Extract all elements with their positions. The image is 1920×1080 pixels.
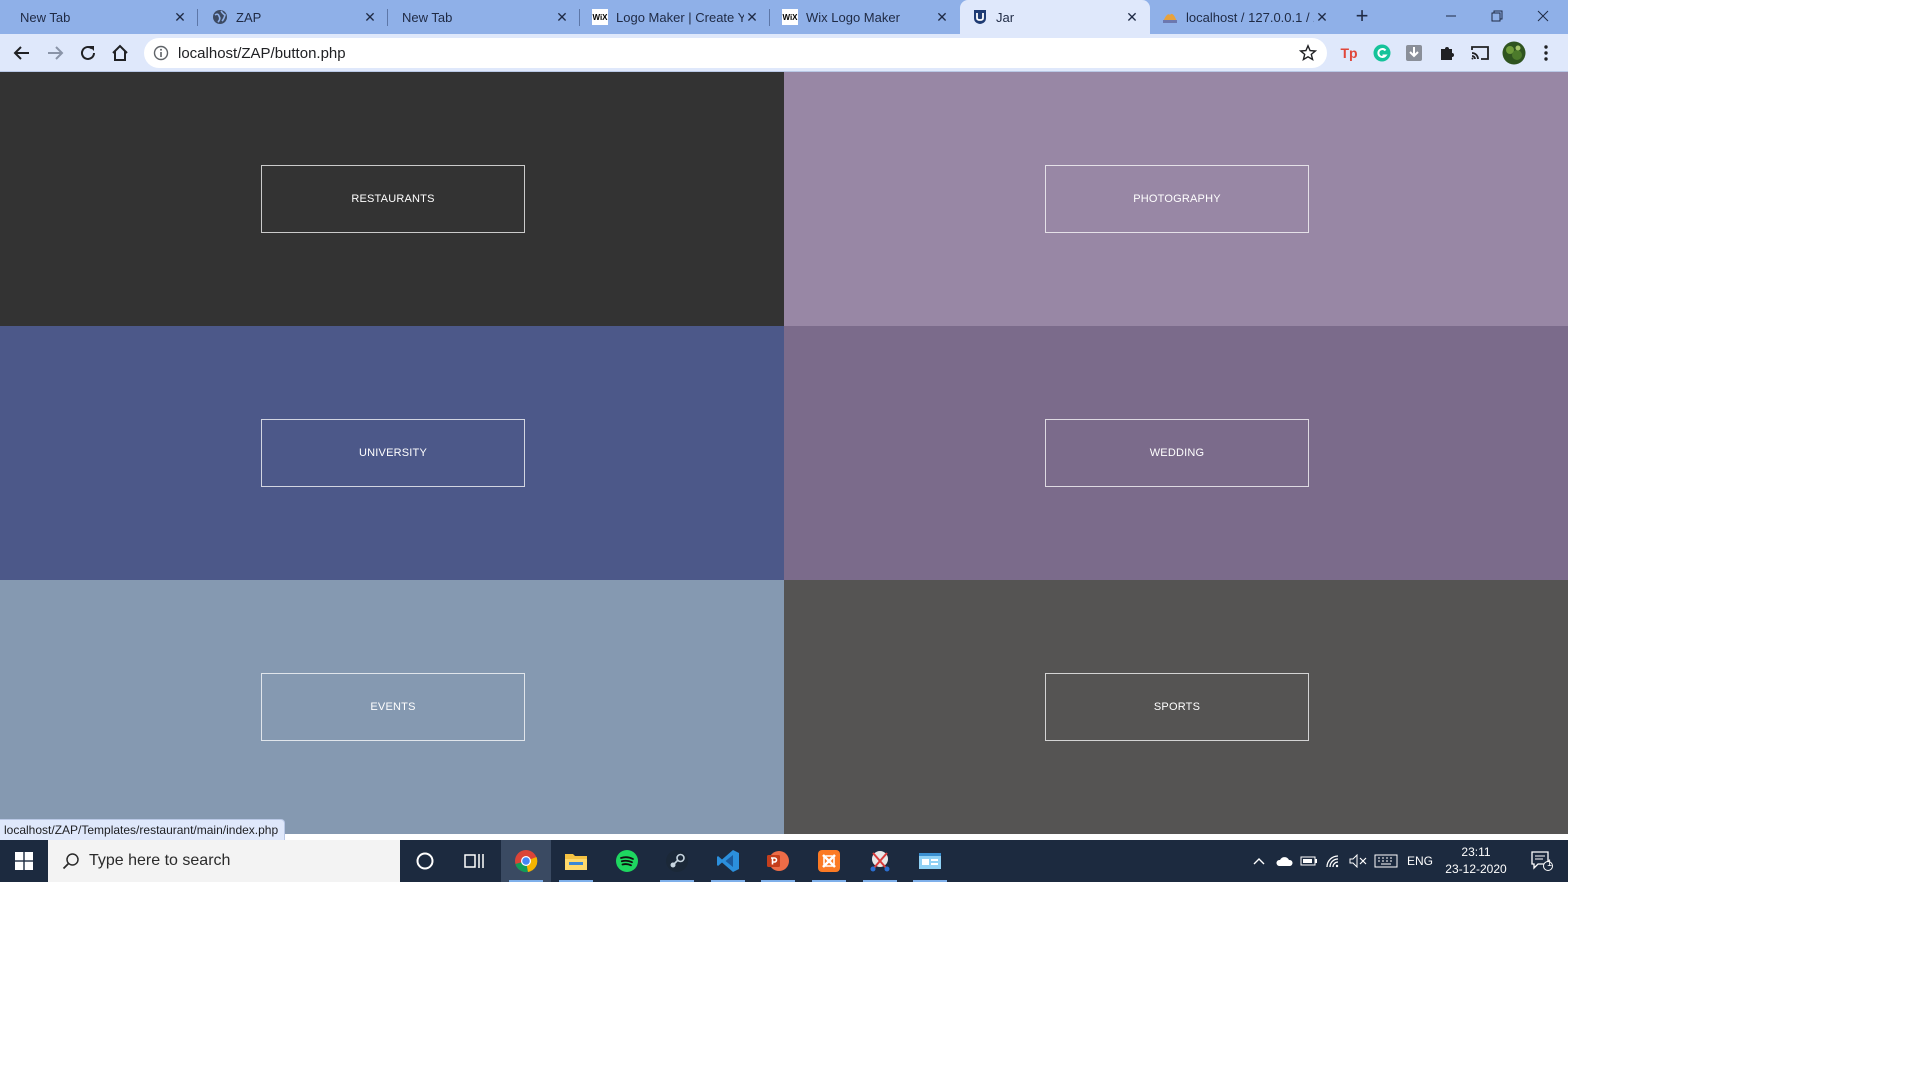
tab-new-tab-2[interactable]: New Tab ✕ bbox=[388, 0, 580, 34]
puzzle-icon[interactable] bbox=[1437, 43, 1457, 63]
onedrive-icon[interactable] bbox=[1272, 840, 1296, 882]
category-tile-wedding: WEDDING bbox=[784, 326, 1568, 580]
cast-icon[interactable] bbox=[1470, 43, 1490, 63]
wix-icon: WiX bbox=[782, 9, 798, 25]
close-icon[interactable]: ✕ bbox=[1124, 9, 1140, 25]
tab-title: Wix Logo Maker bbox=[806, 9, 900, 25]
reload-button[interactable] bbox=[74, 39, 102, 67]
restore-button[interactable] bbox=[1474, 0, 1520, 32]
category-tile-photography: PHOTOGRAPHY bbox=[784, 72, 1568, 326]
grammarly-icon[interactable] bbox=[1372, 43, 1392, 63]
arrow-right-icon bbox=[48, 46, 64, 60]
events-button[interactable]: EVENTS bbox=[261, 673, 525, 741]
tab-strip: New Tab ✕ ZAP ✕ New Tab ✕ WiX Logo Maker… bbox=[0, 0, 1568, 34]
chrome-icon[interactable] bbox=[501, 840, 551, 882]
category-tile-university: UNIVERSITY bbox=[0, 326, 784, 580]
tab-title: Jar bbox=[996, 9, 1015, 25]
category-tile-events: EVENTS bbox=[0, 580, 784, 834]
home-button[interactable] bbox=[106, 39, 134, 67]
bookmark-star-icon[interactable] bbox=[1298, 44, 1318, 62]
cortana-icon[interactable] bbox=[400, 840, 450, 882]
close-icon[interactable]: ✕ bbox=[554, 9, 570, 25]
page-content: RESTAURANTS PHOTOGRAPHY UNIVERSITY WEDDI… bbox=[0, 72, 1568, 835]
tab-phpmyadmin[interactable]: localhost / 127.0.0.1 / z ✕ bbox=[1150, 0, 1340, 34]
start-button[interactable] bbox=[0, 840, 48, 882]
battery-icon[interactable] bbox=[1297, 840, 1321, 882]
url-text[interactable]: localhost/ZAP/button.php bbox=[178, 45, 346, 62]
category-tile-restaurants: RESTAURANTS bbox=[0, 72, 784, 326]
notification-count: 1 bbox=[1547, 858, 1553, 868]
clock-date: 23-12-2020 bbox=[1445, 862, 1507, 876]
action-center-button[interactable]: 1 bbox=[1520, 840, 1564, 882]
powerpoint-icon[interactable] bbox=[753, 840, 803, 882]
windows-taskbar: Type here to search ENG 23:11 23-12-2020… bbox=[0, 840, 1568, 882]
tab-title: ZAP bbox=[236, 9, 262, 25]
reload-icon bbox=[81, 45, 95, 60]
wedding-button[interactable]: WEDDING bbox=[1045, 419, 1309, 487]
search-placeholder: Type here to search bbox=[89, 852, 231, 869]
restore-icon bbox=[1491, 10, 1503, 22]
profile-avatar-icon[interactable] bbox=[1502, 41, 1526, 65]
tp-extension-icon[interactable]: Tp bbox=[1339, 43, 1359, 63]
tab-logo-maker[interactable]: WiX Logo Maker | Create Yo ✕ bbox=[580, 0, 770, 34]
new-tab-button[interactable]: + bbox=[1350, 5, 1374, 29]
taskbar-search-box[interactable]: Type here to search bbox=[48, 840, 400, 882]
close-icon[interactable]: ✕ bbox=[1314, 9, 1330, 25]
tab-zap[interactable]: ZAP ✕ bbox=[198, 0, 388, 34]
tab-jar[interactable]: Jar ✕ bbox=[960, 0, 1150, 34]
address-bar[interactable]: localhost/ZAP/button.php bbox=[144, 38, 1327, 68]
keyboard-icon[interactable] bbox=[1372, 840, 1400, 882]
file-explorer-icon[interactable] bbox=[551, 840, 601, 882]
close-icon[interactable]: ✕ bbox=[934, 9, 950, 25]
home-icon bbox=[112, 44, 128, 61]
download-extension-icon[interactable] bbox=[1404, 43, 1424, 63]
link-status-bubble: localhost/ZAP/Templates/restaurant/main/… bbox=[0, 819, 286, 841]
search-icon bbox=[62, 852, 80, 870]
chevron-up-icon bbox=[1253, 858, 1265, 865]
info-icon[interactable] bbox=[153, 45, 169, 61]
minimize-icon bbox=[1446, 15, 1456, 17]
show-hidden-icons-button[interactable] bbox=[1248, 840, 1270, 882]
tab-title: New Tab bbox=[20, 9, 71, 25]
xampp-icon[interactable] bbox=[804, 840, 854, 882]
tab-wix-logo-maker[interactable]: WiX Wix Logo Maker ✕ bbox=[770, 0, 960, 34]
tab-title: New Tab bbox=[402, 9, 453, 25]
category-tile-sports: SPORTS bbox=[784, 580, 1568, 834]
restaurants-button[interactable]: RESTAURANTS bbox=[261, 165, 525, 233]
vscode-icon[interactable] bbox=[703, 840, 753, 882]
close-icon[interactable]: ✕ bbox=[362, 9, 378, 25]
windows-logo-icon bbox=[15, 852, 33, 870]
language-indicator[interactable]: ENG bbox=[1402, 840, 1438, 882]
shield-u-icon bbox=[972, 9, 988, 25]
forward-button[interactable] bbox=[41, 39, 69, 67]
university-button[interactable]: UNIVERSITY bbox=[261, 419, 525, 487]
spotify-icon[interactable] bbox=[602, 840, 652, 882]
sports-button[interactable]: SPORTS bbox=[1045, 673, 1309, 741]
tab-title: localhost / 127.0.0.1 / z bbox=[1186, 9, 1314, 25]
back-button[interactable] bbox=[8, 39, 36, 67]
snip-icon[interactable] bbox=[855, 840, 905, 882]
menu-icon[interactable] bbox=[1536, 43, 1556, 63]
minimize-button[interactable] bbox=[1428, 0, 1474, 32]
photography-button[interactable]: PHOTOGRAPHY bbox=[1045, 165, 1309, 233]
steam-icon[interactable] bbox=[652, 840, 702, 882]
phpmyadmin-icon bbox=[1162, 9, 1178, 25]
wifi-icon[interactable] bbox=[1322, 840, 1346, 882]
arrow-left-icon bbox=[13, 46, 29, 60]
task-view-icon[interactable] bbox=[449, 840, 499, 882]
control-panel-icon[interactable] bbox=[905, 840, 955, 882]
close-icon[interactable]: ✕ bbox=[172, 9, 188, 25]
close-window-button[interactable] bbox=[1520, 0, 1566, 32]
volume-muted-icon[interactable] bbox=[1346, 840, 1370, 882]
wix-icon: WiX bbox=[592, 9, 608, 25]
tab-new-tab-1[interactable]: New Tab ✕ bbox=[0, 0, 198, 34]
system-clock[interactable]: 23:11 23-12-2020 bbox=[1436, 844, 1516, 878]
close-icon[interactable]: ✕ bbox=[744, 9, 760, 25]
browser-toolbar: localhost/ZAP/button.php Tp bbox=[0, 34, 1568, 72]
globe-icon bbox=[212, 9, 228, 25]
close-icon bbox=[1537, 10, 1549, 22]
tab-title: Logo Maker | Create Yo bbox=[616, 9, 744, 25]
clock-time: 23:11 bbox=[1461, 845, 1491, 859]
